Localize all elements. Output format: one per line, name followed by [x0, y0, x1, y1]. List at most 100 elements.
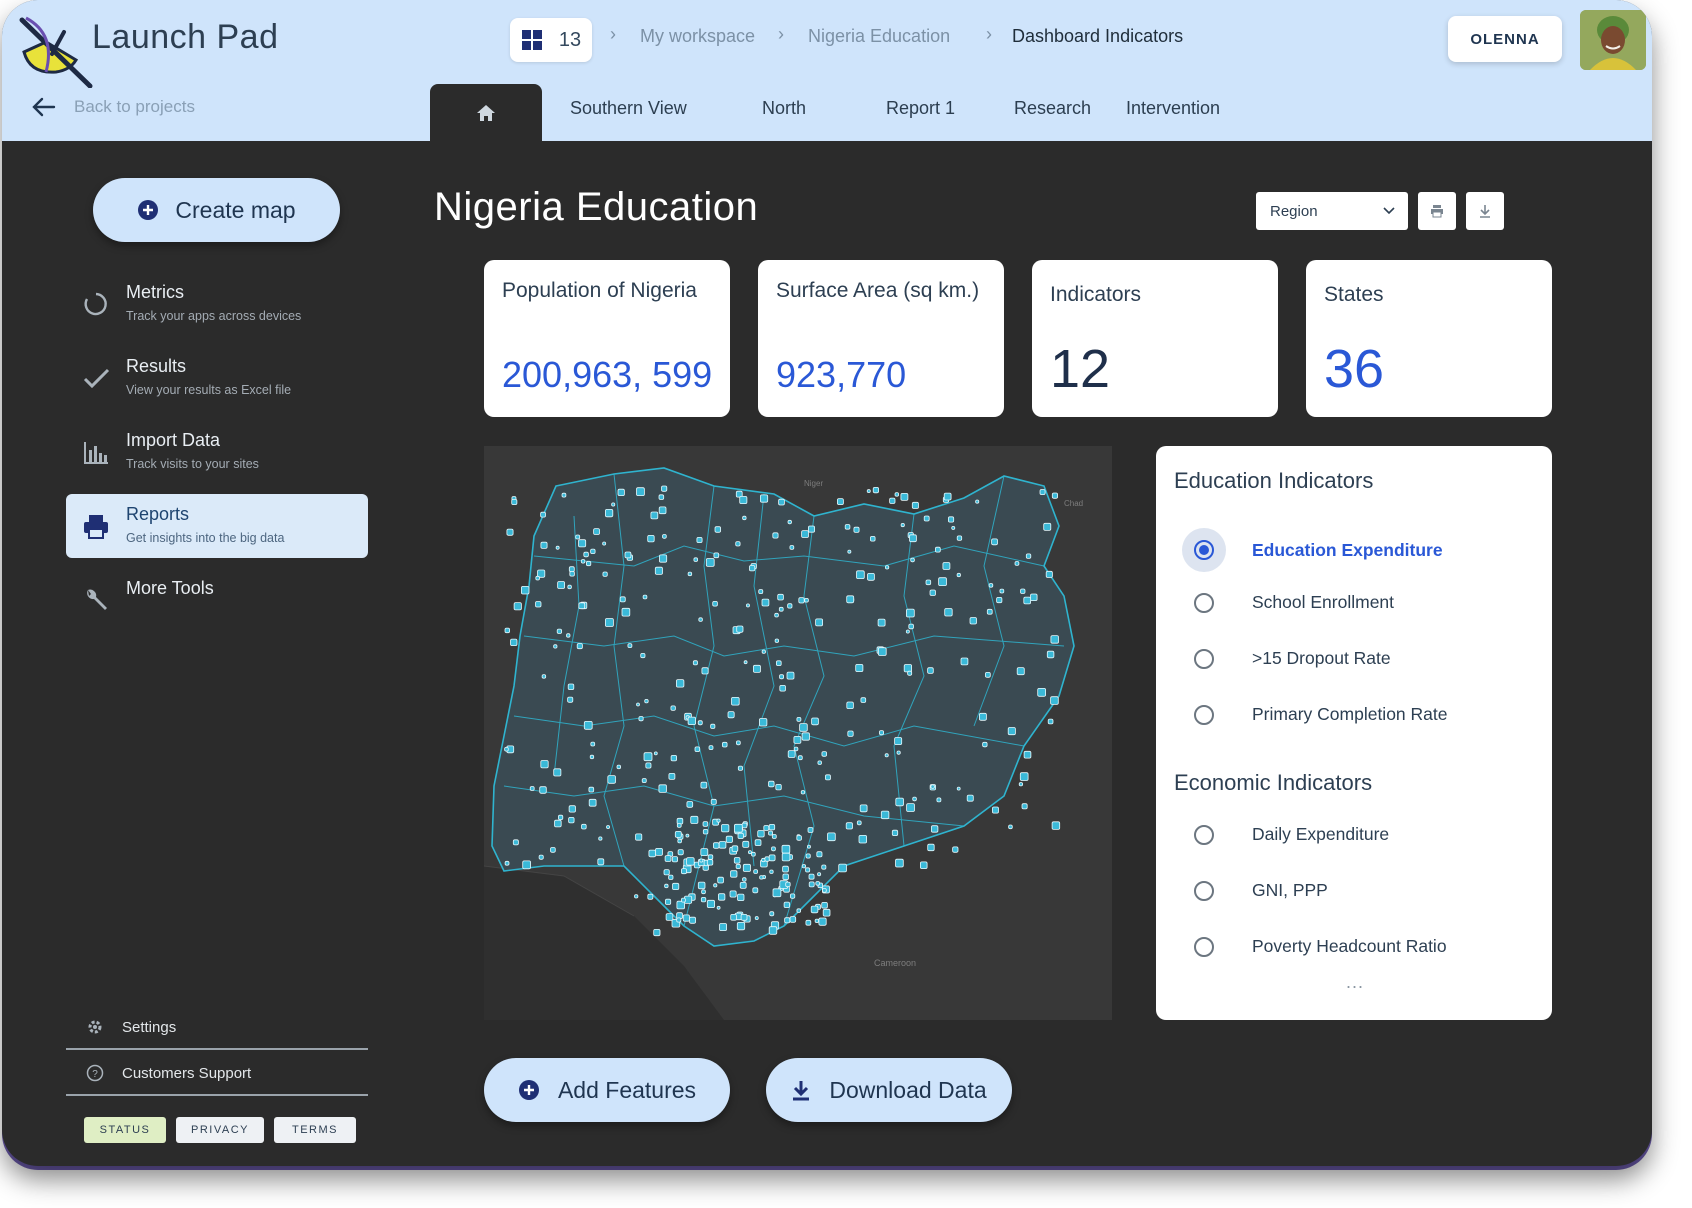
print-button[interactable]: [1418, 192, 1456, 230]
map-marker[interactable]: [708, 745, 714, 751]
map-marker[interactable]: [735, 740, 741, 746]
tab-report-1[interactable]: Report 1: [886, 98, 955, 119]
map-marker[interactable]: [999, 588, 1005, 594]
map-marker[interactable]: [817, 872, 822, 877]
map-marker[interactable]: [910, 557, 915, 563]
map-marker[interactable]: [566, 633, 571, 638]
map-marker[interactable]: [737, 832, 744, 840]
map-marker[interactable]: [768, 926, 778, 935]
map-marker[interactable]: [735, 863, 741, 869]
map-marker[interactable]: [1023, 596, 1031, 605]
map-marker[interactable]: [670, 705, 676, 711]
map-marker[interactable]: [784, 917, 791, 924]
map-marker[interactable]: [778, 498, 785, 506]
map-marker[interactable]: [664, 883, 669, 889]
map-marker[interactable]: [947, 516, 955, 523]
map-marker[interactable]: [806, 844, 811, 849]
map-marker[interactable]: [845, 822, 853, 830]
map-marker[interactable]: [764, 856, 770, 862]
map-marker[interactable]: [742, 840, 750, 848]
map-marker[interactable]: [668, 772, 676, 780]
map-marker[interactable]: [991, 538, 998, 546]
radio-button[interactable]: [1194, 704, 1214, 725]
map-marker[interactable]: [804, 597, 809, 603]
map-marker[interactable]: [1007, 727, 1016, 736]
map-marker[interactable]: [535, 601, 542, 608]
map-marker[interactable]: [943, 492, 952, 501]
map-marker[interactable]: [569, 571, 575, 577]
map-marker[interactable]: [736, 921, 746, 931]
map-marker[interactable]: [555, 545, 560, 550]
map-marker[interactable]: [759, 875, 764, 880]
map-marker[interactable]: [821, 864, 827, 870]
map-marker[interactable]: [838, 863, 847, 873]
map-marker[interactable]: [568, 816, 575, 824]
radio-button[interactable]: [1194, 648, 1214, 669]
map-marker[interactable]: [1037, 687, 1047, 697]
map-marker[interactable]: [568, 566, 575, 573]
map-marker[interactable]: [768, 780, 775, 788]
map-marker[interactable]: [700, 848, 709, 857]
map-marker[interactable]: [580, 559, 586, 564]
map-marker[interactable]: [771, 846, 776, 852]
nigeria-map[interactable]: Cameroon Niger Chad: [484, 446, 1112, 1020]
map-marker[interactable]: [576, 643, 583, 650]
map-marker[interactable]: [856, 570, 865, 580]
map-marker[interactable]: [996, 596, 1003, 604]
map-marker[interactable]: [752, 887, 759, 894]
map-marker[interactable]: [1018, 782, 1024, 787]
map-marker[interactable]: [617, 488, 625, 497]
radio-education-expenditure[interactable]: Education Expenditure: [1182, 528, 1443, 572]
map-marker[interactable]: [807, 827, 814, 833]
map-marker[interactable]: [504, 746, 509, 752]
user-menu-button[interactable]: OLENNA: [1448, 16, 1562, 62]
map-marker[interactable]: [912, 796, 917, 802]
map-marker[interactable]: [1043, 522, 1052, 531]
map-marker[interactable]: [607, 775, 616, 784]
map-marker[interactable]: [783, 901, 791, 909]
map-marker[interactable]: [781, 844, 791, 854]
radio-button[interactable]: [1194, 540, 1214, 560]
map-marker[interactable]: [727, 711, 735, 719]
map-marker[interactable]: [975, 499, 980, 504]
map-marker[interactable]: [558, 814, 564, 821]
map-marker[interactable]: [984, 671, 991, 678]
download-data-button[interactable]: Download Data: [766, 1058, 1012, 1122]
map-marker[interactable]: [686, 857, 695, 866]
map-marker[interactable]: [811, 717, 819, 726]
map-marker[interactable]: [758, 718, 768, 727]
map-marker[interactable]: [895, 858, 904, 868]
map-marker[interactable]: [1030, 593, 1038, 601]
map-marker[interactable]: [510, 638, 518, 647]
map-marker[interactable]: [713, 883, 718, 888]
map-marker[interactable]: [807, 525, 815, 533]
map-marker[interactable]: [817, 760, 822, 765]
map-marker[interactable]: [858, 834, 867, 844]
map-marker[interactable]: [801, 864, 807, 869]
map-marker[interactable]: [718, 841, 727, 849]
map-marker[interactable]: [731, 696, 740, 706]
map-marker[interactable]: [956, 786, 961, 791]
map-marker[interactable]: [1051, 821, 1061, 830]
map-marker[interactable]: [556, 628, 562, 634]
radio-button[interactable]: [1194, 592, 1214, 613]
map-marker[interactable]: [553, 768, 562, 777]
map-marker[interactable]: [648, 849, 656, 858]
map-marker[interactable]: [894, 492, 899, 497]
map-marker[interactable]: [824, 774, 831, 781]
map-marker[interactable]: [504, 627, 510, 634]
map-marker[interactable]: [578, 602, 586, 610]
map-marker[interactable]: [696, 537, 703, 544]
radio-daily-expenditure[interactable]: Daily Expenditure: [1194, 824, 1389, 845]
map-marker[interactable]: [768, 823, 776, 831]
map-marker[interactable]: [522, 860, 532, 870]
tab-intervention[interactable]: Intervention: [1126, 98, 1220, 119]
map-marker[interactable]: [774, 612, 779, 618]
map-marker[interactable]: [676, 917, 682, 923]
map-marker[interactable]: [815, 618, 824, 627]
map-marker[interactable]: [716, 905, 721, 910]
map-marker[interactable]: [805, 919, 812, 926]
map-marker[interactable]: [658, 506, 667, 515]
map-marker[interactable]: [769, 869, 774, 874]
map-marker[interactable]: [779, 674, 784, 680]
